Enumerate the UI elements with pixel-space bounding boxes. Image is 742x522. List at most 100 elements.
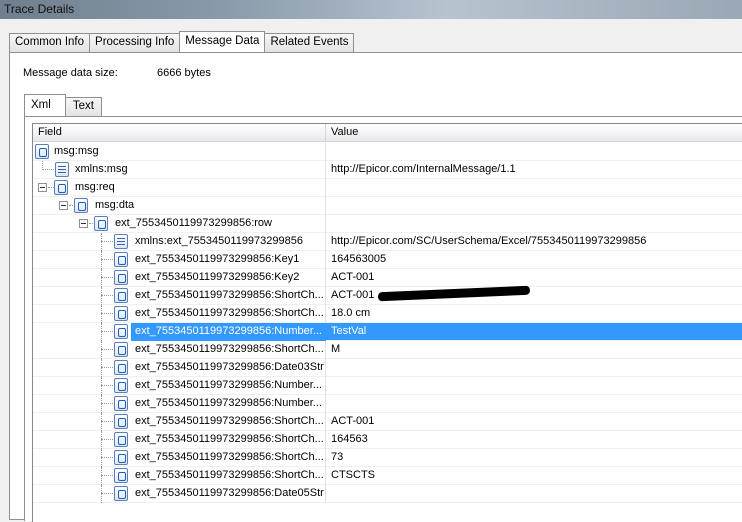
message-size-label: Message data size: xyxy=(23,67,118,79)
field-cell: ext_7553450119973299856:row xyxy=(33,215,326,233)
field-cell: xmlns:msg xyxy=(33,161,326,179)
tree-line xyxy=(101,259,113,260)
xml-element-icon xyxy=(114,252,128,267)
xml-element-icon xyxy=(114,342,128,357)
field-cell: ext_7553450119973299856:Key1 xyxy=(33,251,326,269)
tree-line xyxy=(101,287,102,305)
tree-line xyxy=(101,349,113,350)
tree-row[interactable]: ext_7553450119973299856:Number... xyxy=(33,395,742,413)
tree-line xyxy=(101,295,113,296)
value-cell: 164563 xyxy=(331,433,368,445)
value-cell: http://Epicor.com/InternalMessage/1.1 xyxy=(331,163,516,175)
field-cell: ext_7553450119973299856:ShortCh... xyxy=(33,449,326,467)
grid-header: Field Value xyxy=(33,124,742,142)
tree-line xyxy=(101,277,113,278)
collapse-toggle-icon[interactable] xyxy=(59,201,68,210)
tab-xml[interactable]: Xml xyxy=(24,94,66,116)
xml-element-icon xyxy=(114,396,128,411)
tree-row[interactable]: ext_7553450119973299856:ShortCh... CTSCT… xyxy=(33,467,742,485)
message-data-panel: Message data size: 6666 bytes Xml Text F… xyxy=(9,52,742,522)
xml-element-icon xyxy=(114,432,128,447)
column-header-value[interactable]: Value xyxy=(326,124,742,142)
tree-row[interactable]: ext_7553450119973299856:ShortCh... ACT-0… xyxy=(33,285,742,305)
tree-line xyxy=(101,385,113,386)
tree-line xyxy=(101,485,102,503)
tab-message-data[interactable]: Message Data xyxy=(179,31,266,52)
tree-row[interactable]: ext_7553450119973299856:Key2 ACT-001 xyxy=(33,269,742,287)
xml-element-icon xyxy=(114,468,128,483)
tree-line xyxy=(101,377,102,395)
field-name: ext_7553450119973299856:ShortCh... xyxy=(135,451,324,463)
tree-row-selected[interactable]: ext_7553450119973299856:Number... TestVa… xyxy=(33,323,742,341)
tree-row[interactable]: ext_7553450119973299856:ShortCh... 16456… xyxy=(33,431,742,449)
tree-line xyxy=(101,331,113,332)
field-name: ext_7553450119973299856:ShortCh... xyxy=(135,289,324,301)
value-cell: CTSCTS xyxy=(331,469,375,481)
field-name: xmlns:msg xyxy=(75,163,128,175)
tab-related-events[interactable]: Related Events xyxy=(264,33,355,52)
tab-common-info[interactable]: Common Info xyxy=(9,33,91,52)
field-cell: msg:msg xyxy=(33,143,326,161)
xml-element-icon xyxy=(114,378,128,393)
tab-text[interactable]: Text xyxy=(64,97,102,116)
field-cell: ext_7553450119973299856:Date05Str xyxy=(33,485,326,503)
window-titlebar: Trace Details xyxy=(0,0,742,19)
tree-row[interactable]: xmlns:ext_7553450119973299856 http://Epi… xyxy=(33,233,742,251)
tree-row[interactable]: ext_7553450119973299856:ShortCh... 73 xyxy=(33,449,742,467)
tree-line xyxy=(101,449,102,467)
field-name: ext_7553450119973299856:Date03Str xyxy=(135,361,324,373)
tree-row[interactable]: msg:dta xyxy=(33,197,742,215)
tree-row[interactable]: ext_7553450119973299856:ShortCh... M xyxy=(33,341,742,359)
grid-rows: msg:msg xmlns:msg http://Epicor.com/Inte… xyxy=(33,143,742,503)
xml-element-icon xyxy=(114,360,128,375)
tree-row[interactable]: ext_7553450119973299856:Number... xyxy=(33,377,742,395)
tree-line xyxy=(101,475,113,476)
field-name: ext_7553450119973299856:Date05Str xyxy=(135,487,324,499)
value-cell: ACT-001 xyxy=(331,415,375,427)
tree-row[interactable]: ext_7553450119973299856:row xyxy=(33,215,742,233)
xml-tree-grid[interactable]: Field Value msg:msg xmlns:msg http://Epi… xyxy=(32,123,742,522)
field-name: ext_7553450119973299856:ShortCh... xyxy=(135,343,324,355)
tree-line xyxy=(42,169,54,170)
field-name: ext_7553450119973299856:Number... xyxy=(135,379,322,391)
tree-row[interactable]: ext_7553450119973299856:Date05Str xyxy=(33,485,742,503)
field-name: xmlns:ext_7553450119973299856 xyxy=(135,235,303,247)
xml-element-icon xyxy=(114,324,128,339)
collapse-toggle-icon[interactable] xyxy=(38,183,47,192)
field-cell: ext_7553450119973299856:ShortCh... xyxy=(33,341,326,359)
tree-row[interactable]: ext_7553450119973299856:Date03Str xyxy=(33,359,742,377)
tree-line xyxy=(101,323,102,341)
tree-line xyxy=(101,421,113,422)
xml-element-icon xyxy=(114,306,128,321)
tree-line xyxy=(101,367,113,368)
value-cell: 164563005 xyxy=(331,253,387,265)
field-name: ext_7553450119973299856:ShortCh... xyxy=(135,433,324,445)
collapse-toggle-icon[interactable] xyxy=(79,219,88,228)
field-name: ext_7553450119973299856:ShortCh... xyxy=(135,307,324,319)
tree-line xyxy=(101,493,113,494)
main-tabstrip: Common Info Processing Info Message Data… xyxy=(9,31,355,52)
tree-line xyxy=(101,467,102,485)
tree-row[interactable]: msg:msg xyxy=(33,143,742,161)
tree-line xyxy=(101,457,113,458)
xml-attribute-icon xyxy=(55,162,69,177)
column-header-field[interactable]: Field xyxy=(33,124,326,142)
tree-line xyxy=(101,251,102,269)
xml-element-icon xyxy=(74,198,88,213)
field-name: ext_7553450119973299856:Number... xyxy=(135,397,322,409)
tab-processing-info[interactable]: Processing Info xyxy=(89,33,181,52)
tree-row[interactable]: msg:req xyxy=(33,179,742,197)
field-name: ext_7553450119973299856:ShortCh... xyxy=(135,469,324,481)
field-cell: msg:req xyxy=(33,179,326,197)
tree-row[interactable]: xmlns:msg http://Epicor.com/InternalMess… xyxy=(33,161,742,179)
value-cell: 18.0 cm xyxy=(331,307,371,319)
tree-line xyxy=(101,313,113,314)
tree-row[interactable]: ext_7553450119973299856:Key1 164563005 xyxy=(33,251,742,269)
tree-line xyxy=(101,431,102,449)
message-size-value: 6666 bytes xyxy=(157,67,211,79)
tree-line xyxy=(101,413,102,431)
tree-row[interactable]: ext_7553450119973299856:ShortCh... ACT-0… xyxy=(33,413,742,431)
tree-row[interactable]: ext_7553450119973299856:ShortCh... 18.0 … xyxy=(33,305,742,323)
xml-element-icon xyxy=(114,288,128,303)
xml-element-icon xyxy=(114,270,128,285)
